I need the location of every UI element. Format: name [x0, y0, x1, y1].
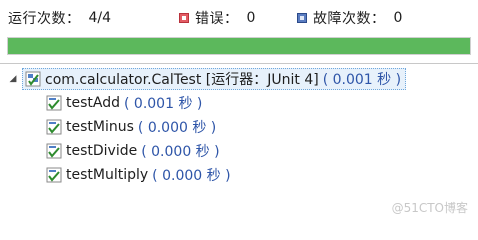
test-name: testDivide — [66, 143, 138, 159]
failures-stat: 故障次数： 0 — [297, 8, 402, 28]
test-progress-bar — [7, 37, 471, 55]
tree-row-root[interactable]: ◢ com.calculator.CalTest [运行器：JUnit 4] (… — [8, 68, 407, 90]
test-passed-icon — [46, 119, 62, 135]
junit-stats-bar: 运行次数： 4/4 错误： 0 故障次数： 0 — [0, 0, 478, 30]
test-name: testMultiply — [66, 167, 149, 183]
tree-row-testMinus[interactable]: testMinus ( 0.000 秒 ) — [46, 116, 216, 138]
progress-fill — [8, 38, 470, 54]
runs-value: 4/4 — [88, 10, 112, 26]
errors-value: 0 — [246, 10, 256, 26]
test-time: ( 0.000 秒 ) — [152, 168, 231, 184]
test-name: testMinus — [66, 119, 134, 135]
tree-row-testMultiply[interactable]: testMultiply ( 0.000 秒 ) — [46, 164, 231, 186]
runs-stat: 运行次数： 4/4 — [8, 8, 111, 28]
test-passed-icon — [46, 143, 62, 159]
failures-value: 0 — [393, 10, 403, 26]
errors-label: 错误： — [195, 11, 239, 27]
failure-icon — [297, 13, 307, 23]
root-test-name: com.calculator.CalTest [运行器：JUnit 4] — [45, 72, 319, 88]
test-suite-passed-icon — [25, 71, 41, 87]
root-row-selection[interactable]: com.calculator.CalTest [运行器：JUnit 4] ( 0… — [22, 68, 407, 90]
root-test-time: ( 0.001 秒 ) — [322, 72, 402, 88]
collapse-toggle-icon[interactable]: ◢ — [8, 74, 18, 84]
test-passed-icon — [46, 167, 62, 183]
failures-label: 故障次数： — [313, 11, 386, 27]
tree-row-testDivide[interactable]: testDivide ( 0.000 秒 ) — [46, 140, 220, 162]
tree-row-testAdd[interactable]: testAdd ( 0.001 秒 ) — [46, 92, 202, 114]
test-name: testAdd — [66, 95, 120, 111]
test-time: ( 0.000 秒 ) — [137, 120, 217, 136]
error-icon — [179, 13, 189, 23]
watermark: @51CTO博客 — [391, 201, 468, 215]
test-passed-icon — [46, 95, 62, 111]
runs-label: 运行次数： — [8, 11, 81, 27]
errors-stat: 错误： 0 — [179, 8, 255, 28]
test-time: ( 0.001 秒 ) — [124, 96, 203, 112]
test-time: ( 0.000 秒 ) — [141, 144, 220, 160]
